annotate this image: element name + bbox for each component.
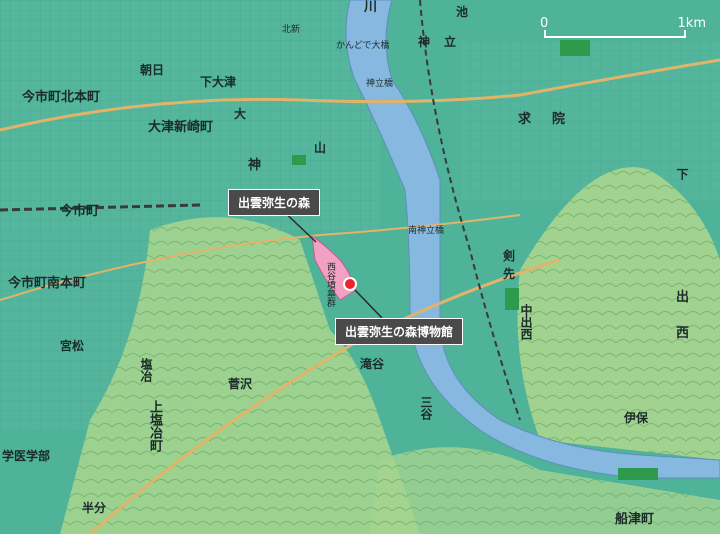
label-ka: 下 [675, 168, 689, 180]
museum-marker [343, 277, 357, 291]
label-asahi: 朝日 [140, 63, 165, 77]
scale-start: 0 [540, 16, 549, 31]
label-kandabashi: かんどで大橋 [336, 41, 390, 51]
label-minami-kanda-bridge: 南神立橋 [408, 226, 445, 236]
label-kitashin: 北新 [282, 25, 301, 35]
label-imaichi-minamihon: 今市町南本町 [8, 276, 87, 291]
label-ootsu: 大 [234, 107, 247, 121]
label-yama: 山 [314, 141, 327, 155]
label-in: 院 [552, 112, 566, 127]
label-kyu: 求 [518, 112, 532, 127]
label-ike: 池 [456, 5, 469, 19]
label-kamitsuka: 上塩冶町 [147, 400, 162, 452]
label-naka-izumo: 中出西 [519, 304, 533, 340]
scale-line [544, 36, 686, 38]
label-izumo-yayoi: 西谷墳墓群 [325, 262, 335, 307]
label-sai: 西 [676, 326, 690, 341]
label-funatsu: 船津町 [615, 512, 655, 527]
label-tachi: 立 [444, 35, 457, 49]
label-saki: 先 [503, 267, 516, 281]
label-jinzai: 神 [248, 158, 262, 173]
label-shimootsu: 下大津 [200, 75, 237, 89]
map-base [0, 0, 720, 534]
label-otsu-shinzaki: 大津新崎町 [148, 120, 214, 135]
label-gawa: 川 [364, 0, 378, 15]
label-takiya: 滝谷 [360, 357, 385, 371]
label-ibo: 伊保 [624, 411, 649, 425]
label-sanya: 三谷 [419, 396, 433, 420]
label-ken: 剣 [503, 249, 516, 263]
label-imaichi: 今市町 [60, 204, 100, 219]
callout-yayoi-museum[interactable]: 出雲弥生の森博物館 [335, 318, 464, 345]
label-imaichi-kitahon: 今市町北本町 [22, 90, 101, 105]
callout-yayoi-forest[interactable]: 出雲弥生の森 [228, 189, 321, 216]
scale-bar: 0 1km [536, 14, 706, 40]
scale-end: 1km [677, 16, 706, 31]
label-kanda: 神 [418, 35, 431, 49]
label-kanda-bridge: 神立橋 [366, 79, 394, 89]
label-hangan: 半分 [82, 501, 107, 515]
label-igaku: 学医学部 [2, 449, 51, 463]
scale-tick-left [544, 30, 546, 38]
label-kanazawa: 菅沢 [228, 377, 253, 391]
map-view[interactable]: 0 1km 出雲弥生の森 出雲弥生の森博物館 今市町北本町 大津新崎町 今市町 … [0, 0, 720, 534]
scale-tick-right [684, 30, 686, 38]
label-miyamatsu: 宮松 [60, 339, 85, 353]
label-shiozu: 塩冶 [139, 358, 153, 382]
label-izumo: 出 [676, 290, 690, 305]
